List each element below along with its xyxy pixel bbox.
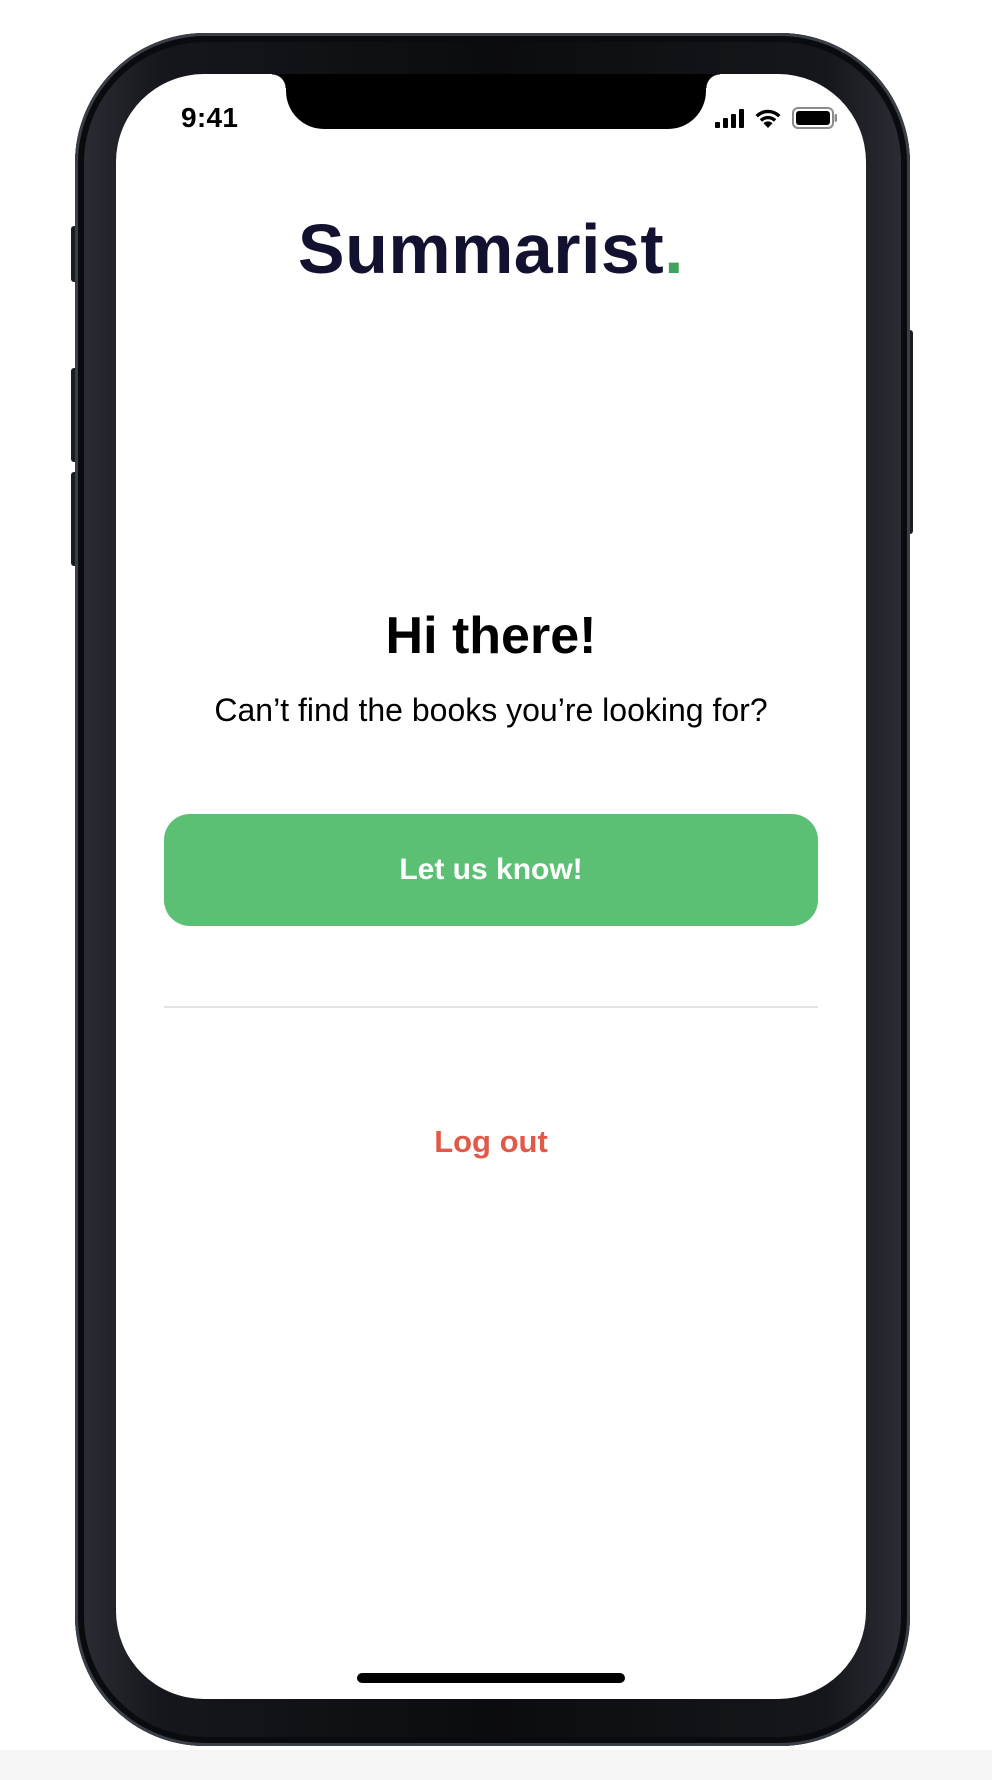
home-indicator[interactable] — [357, 1673, 625, 1683]
status-time: 9:41 — [181, 102, 239, 133]
greeting-heading: Hi there! — [385, 607, 597, 665]
device-mockup-stage: 9:41 Summarist. Hi there! Can’t find the… — [0, 0, 992, 1780]
logout-button[interactable]: Log out — [116, 1124, 866, 1160]
greeting-subtitle: Can’t find the books you’re looking for? — [214, 692, 768, 728]
let-us-know-button[interactable]: Let us know! — [164, 814, 818, 926]
cellular-signal-icon — [715, 108, 744, 128]
wifi-icon — [753, 107, 783, 129]
divider — [164, 1006, 818, 1008]
status-icons — [715, 107, 838, 129]
battery-icon — [792, 107, 838, 129]
notch — [272, 74, 720, 129]
phone-screen: 9:41 Summarist. Hi there! Can’t find the… — [116, 74, 866, 1699]
background-strip — [0, 1750, 992, 1780]
app-logo-text: Summarist — [297, 210, 665, 288]
app-logo: Summarist. — [116, 209, 866, 289]
app-logo-dot: . — [664, 210, 685, 288]
